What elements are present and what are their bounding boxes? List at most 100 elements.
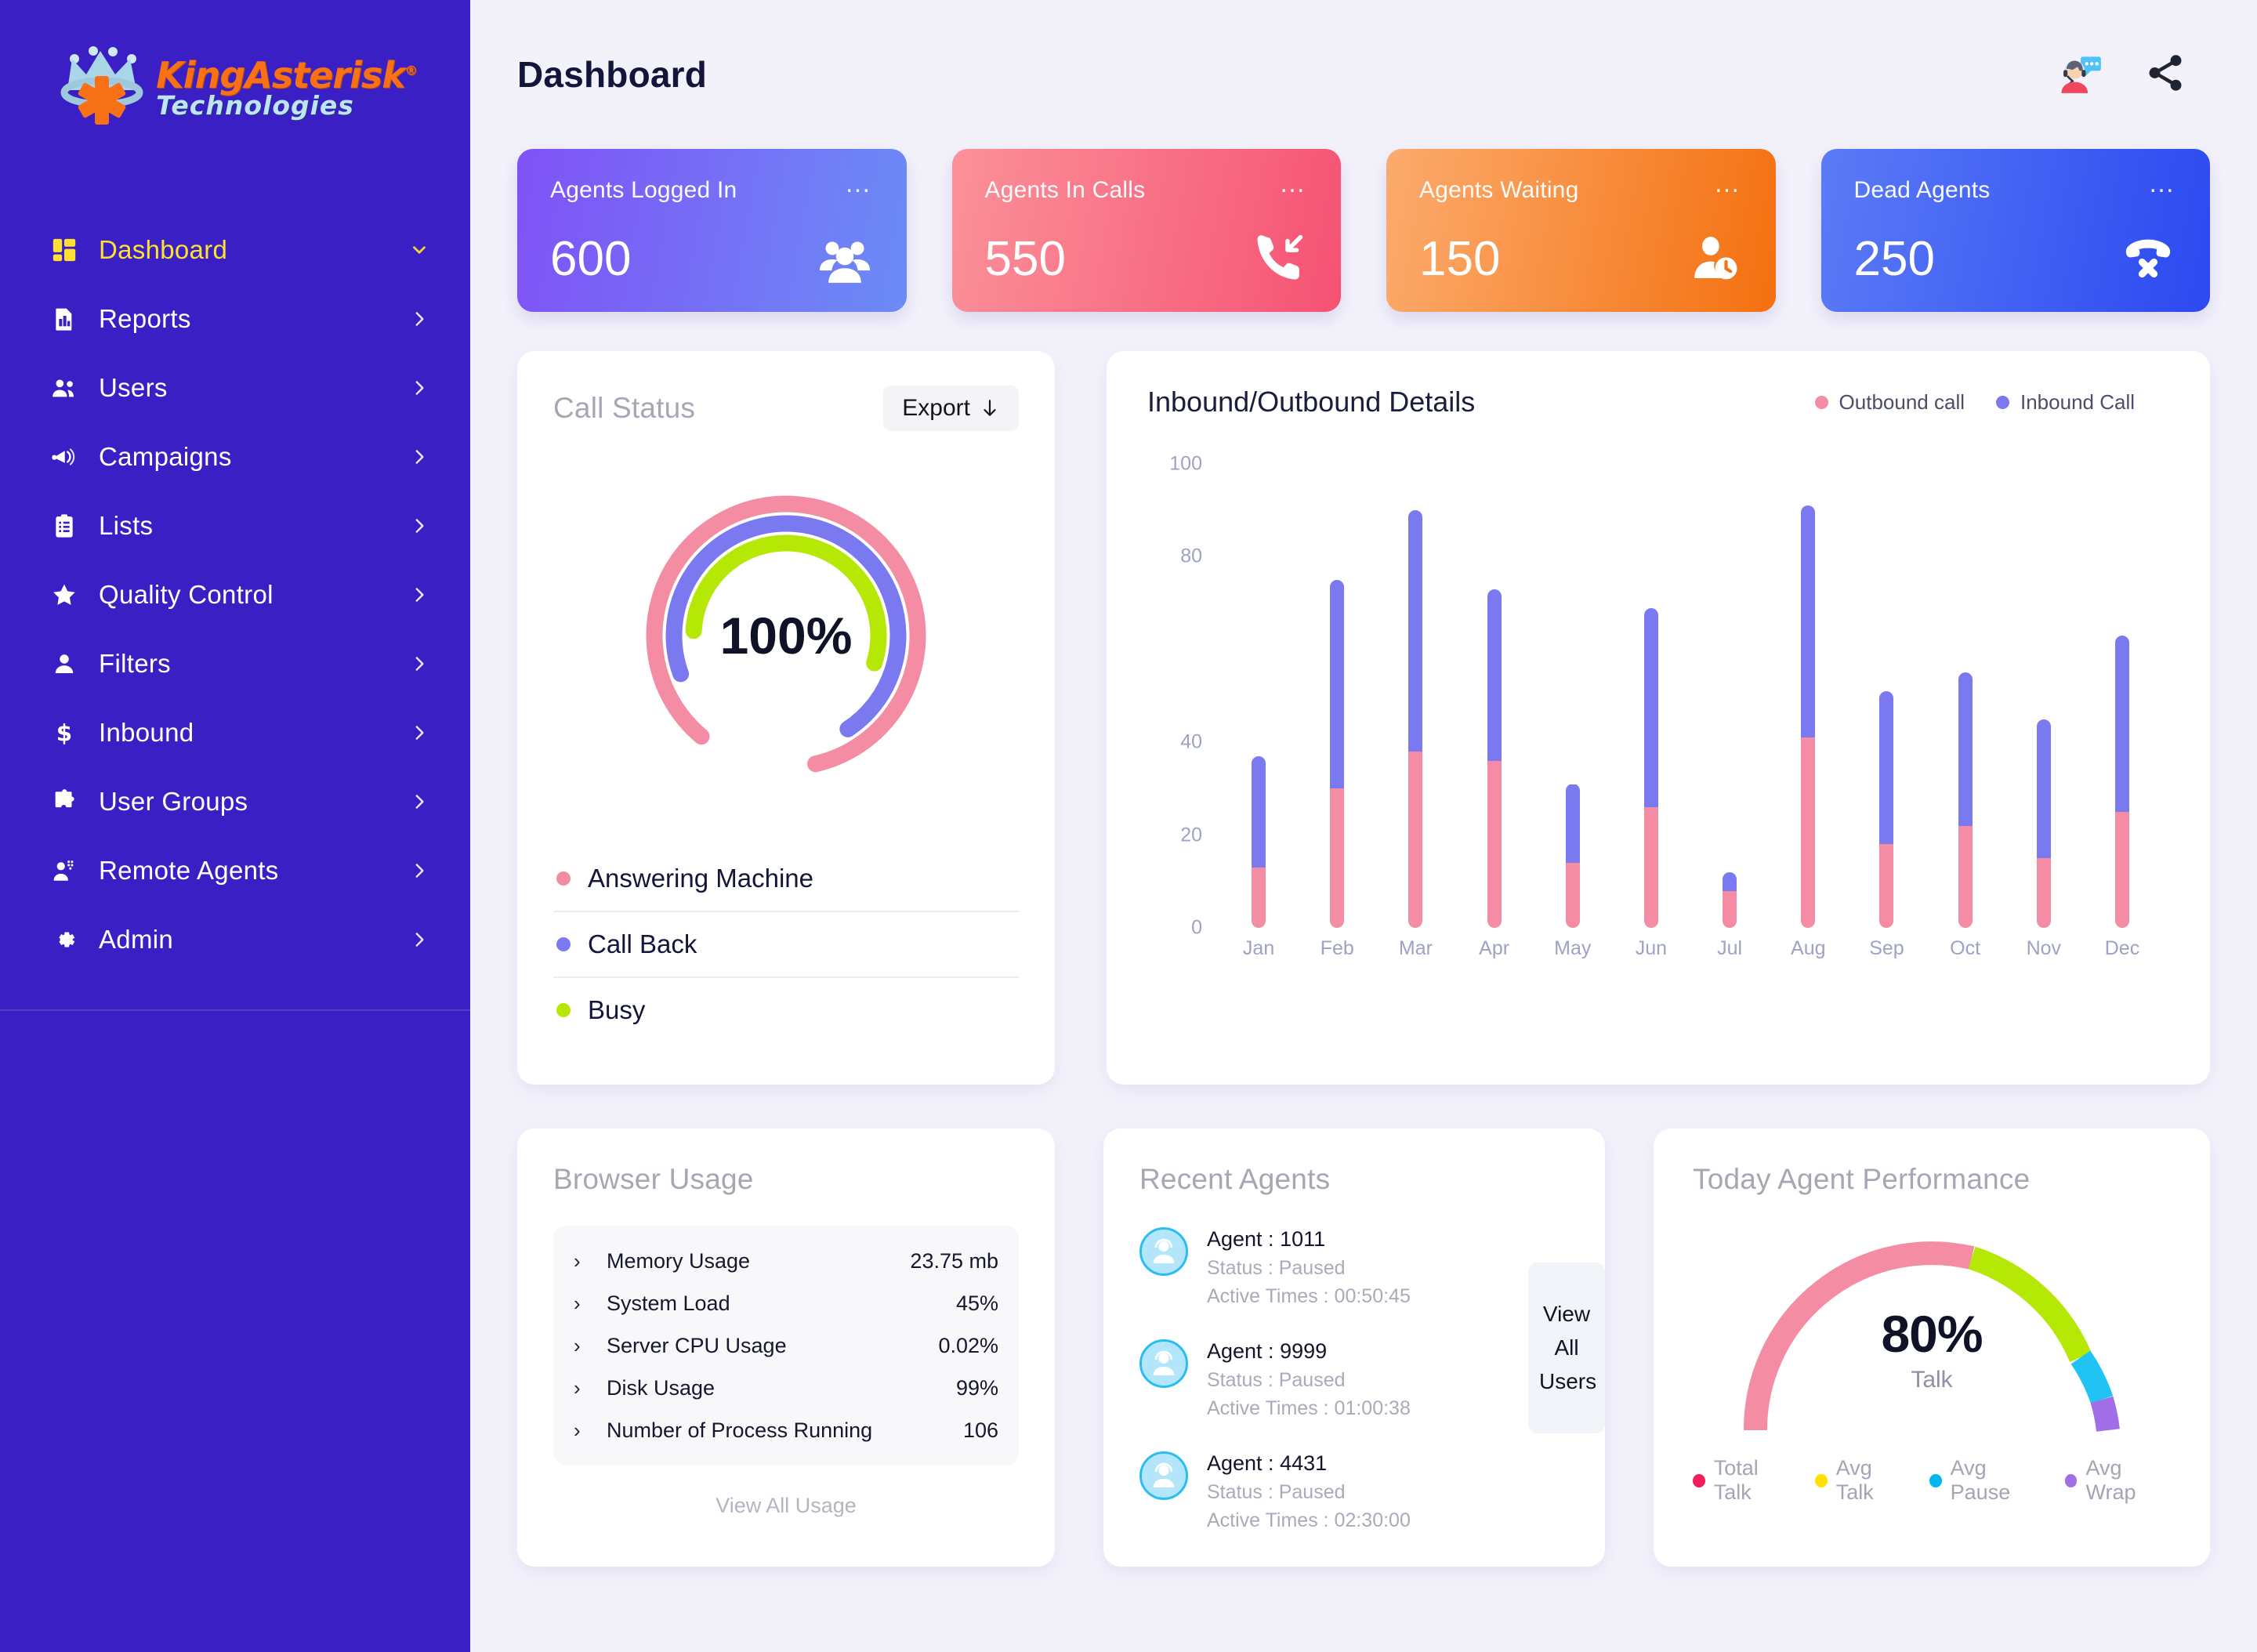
sidebar-item-user-groups[interactable]: User Groups (0, 767, 470, 836)
row-charts: Call Status Export 100% Answering Machin… (517, 351, 2210, 1085)
stacked-bar[interactable] (1330, 580, 1345, 928)
bar-column[interactable] (1376, 464, 1455, 928)
svg-text:$: $ (56, 720, 72, 745)
legend-item[interactable]: Avg Wrap (2064, 1456, 2171, 1505)
stacked-bar[interactable] (2114, 636, 2129, 928)
stacked-bar[interactable] (1565, 784, 1580, 928)
main-content: Dashboard Agents Logged In … 600 Agents … (470, 0, 2257, 1652)
browser-usage-row[interactable]: › Server CPU Usage 0.02% (574, 1324, 998, 1367)
bar-column[interactable] (1690, 464, 1769, 928)
stat-card-menu-icon[interactable]: … (2148, 170, 2177, 197)
bar-segment-outbound (2036, 858, 2051, 928)
bar-column[interactable] (2083, 464, 2161, 928)
stat-card-menu-icon[interactable]: … (845, 170, 874, 197)
bar-segment-inbound (1487, 589, 1502, 761)
browser-usage-value: 0.02% (938, 1333, 998, 1357)
stat-card-menu-icon[interactable]: … (1714, 170, 1743, 197)
sidebar-item-label: Admin (99, 925, 174, 954)
stacked-bar[interactable] (1801, 505, 1816, 928)
bar-column[interactable] (1612, 464, 1690, 928)
sidebar-item-inbound[interactable]: $ Inbound (0, 698, 470, 767)
chevron-right-icon: › (574, 1375, 581, 1400)
sidebar-item-remote-agents[interactable]: Remote Agents (0, 836, 470, 905)
agent-list-item[interactable]: Agent : 1011 Status : Paused Active Times … (1139, 1227, 1569, 1308)
stat-card-agents-in-calls[interactable]: Agents In Calls … 550 (951, 149, 1341, 312)
stat-card-dead-agents[interactable]: Dead Agents … 250 (1820, 149, 2210, 312)
x-axis-tick: Jan (1242, 936, 1275, 959)
legend-item[interactable]: Busy (553, 978, 1019, 1042)
legend-item-outbound[interactable]: Outbound call (1814, 390, 1965, 415)
agent-list-item[interactable]: Agent : 9999 Status : Paused Active Times … (1139, 1339, 1569, 1420)
sidebar-item-reports[interactable]: Reports (0, 284, 470, 353)
recent-agents-list: Agent : 1011 Status : Paused Active Times … (1139, 1227, 1569, 1532)
stacked-bar[interactable] (1723, 871, 1737, 928)
x-axis-tick: Sep (1869, 936, 1904, 959)
crown-asterisk-logo-icon (53, 42, 159, 136)
brand-logo[interactable]: KingAsterisk® Technologies (0, 0, 470, 176)
chevron-right-icon (415, 588, 424, 602)
sidebar-item-admin[interactable]: Admin (0, 905, 470, 974)
x-axis-tick: Feb (1320, 936, 1354, 959)
agent-list-item[interactable]: Agent : 4431 Status : Paused Active Times … (1139, 1451, 1569, 1532)
stat-card-agents-waiting[interactable]: Agents Waiting … 150 (1386, 149, 1776, 312)
stacked-bar[interactable] (2036, 719, 2051, 928)
legend-item[interactable]: Avg Pause (1929, 1456, 2045, 1505)
stat-card-value: 600 (550, 232, 632, 286)
x-axis-tick: Mar (1398, 936, 1433, 959)
phone-x-icon (2119, 226, 2177, 284)
bar-column[interactable] (2005, 464, 2083, 928)
report-chart-icon (47, 306, 82, 331)
browser-usage-row[interactable]: › Number of Process Running 106 (574, 1409, 998, 1451)
export-button[interactable]: Export (883, 386, 1019, 431)
call-status-percent: 100% (719, 607, 853, 665)
legend-item-inbound[interactable]: Inbound Call (1996, 390, 2135, 415)
support-agent-icon[interactable] (2056, 49, 2105, 101)
legend-item[interactable]: Avg Talk (1815, 1456, 1909, 1505)
stacked-bar[interactable] (1643, 607, 1658, 928)
bar-column[interactable] (1455, 464, 1534, 928)
sidebar-item-users[interactable]: Users (0, 353, 470, 422)
legend-item[interactable]: Call Back (553, 912, 1019, 978)
stat-card-title: Agents Logged In (550, 177, 737, 203)
browser-usage-row[interactable]: › Disk Usage 99% (574, 1367, 998, 1409)
legend-item[interactable]: Total Talk (1693, 1456, 1795, 1505)
bar-column[interactable] (1298, 464, 1376, 928)
bar-column[interactable] (1847, 464, 1926, 928)
avatar (1139, 1339, 1188, 1388)
app-root: KingAsterisk® Technologies Dashboard Rep… (0, 0, 2257, 1652)
sidebar-item-dashboard[interactable]: Dashboard (0, 216, 470, 284)
stacked-bar[interactable] (1252, 755, 1266, 928)
sidebar-item-filters[interactable]: Filters (0, 629, 470, 698)
legend-label: Inbound Call (2020, 389, 2135, 414)
chevron-right-icon (415, 864, 424, 878)
bar-column[interactable] (1534, 464, 1612, 928)
stacked-bar[interactable] (1879, 691, 1894, 928)
sidebar-item-quality-control[interactable]: Quality Control (0, 560, 470, 629)
share-icon[interactable] (2144, 52, 2186, 98)
stacked-bar[interactable] (1487, 589, 1502, 928)
bar-column[interactable] (1769, 464, 1847, 928)
view-all-users-button[interactable]: View All Users (1528, 1262, 1605, 1433)
legend-label: Answering Machine (588, 864, 813, 893)
bar-column[interactable] (1219, 464, 1298, 928)
avatar (1139, 1451, 1188, 1500)
bar-column[interactable] (1926, 464, 2005, 928)
browser-usage-row[interactable]: › System Load 45% (574, 1282, 998, 1324)
sidebar-item-campaigns[interactable]: Campaigns (0, 422, 470, 491)
agent-status: Status : Paused (1207, 1257, 1346, 1279)
dollar-icon: $ (47, 720, 82, 745)
stat-card-agents-logged-in[interactable]: Agents Logged In … 600 (517, 149, 907, 312)
agent-performance-title: Today Agent Performance (1693, 1163, 2031, 1195)
view-all-usage-link[interactable]: View All Usage (553, 1494, 1019, 1518)
stacked-bar[interactable] (1958, 672, 1973, 928)
legend-dot-icon (1815, 1473, 1828, 1487)
sidebar-item-label: Lists (99, 511, 154, 540)
legend-item[interactable]: Answering Machine (553, 846, 1019, 912)
stacked-bar[interactable] (1408, 510, 1423, 928)
browser-usage-row[interactable]: › Memory Usage 23.75 mb (574, 1240, 998, 1282)
sidebar-item-lists[interactable]: Lists (0, 491, 470, 560)
chevron-right-icon (415, 450, 424, 464)
chevron-right-icon (415, 657, 424, 671)
stat-card-menu-icon[interactable]: … (1279, 170, 1308, 197)
sidebar-item-label: Dashboard (99, 235, 228, 264)
